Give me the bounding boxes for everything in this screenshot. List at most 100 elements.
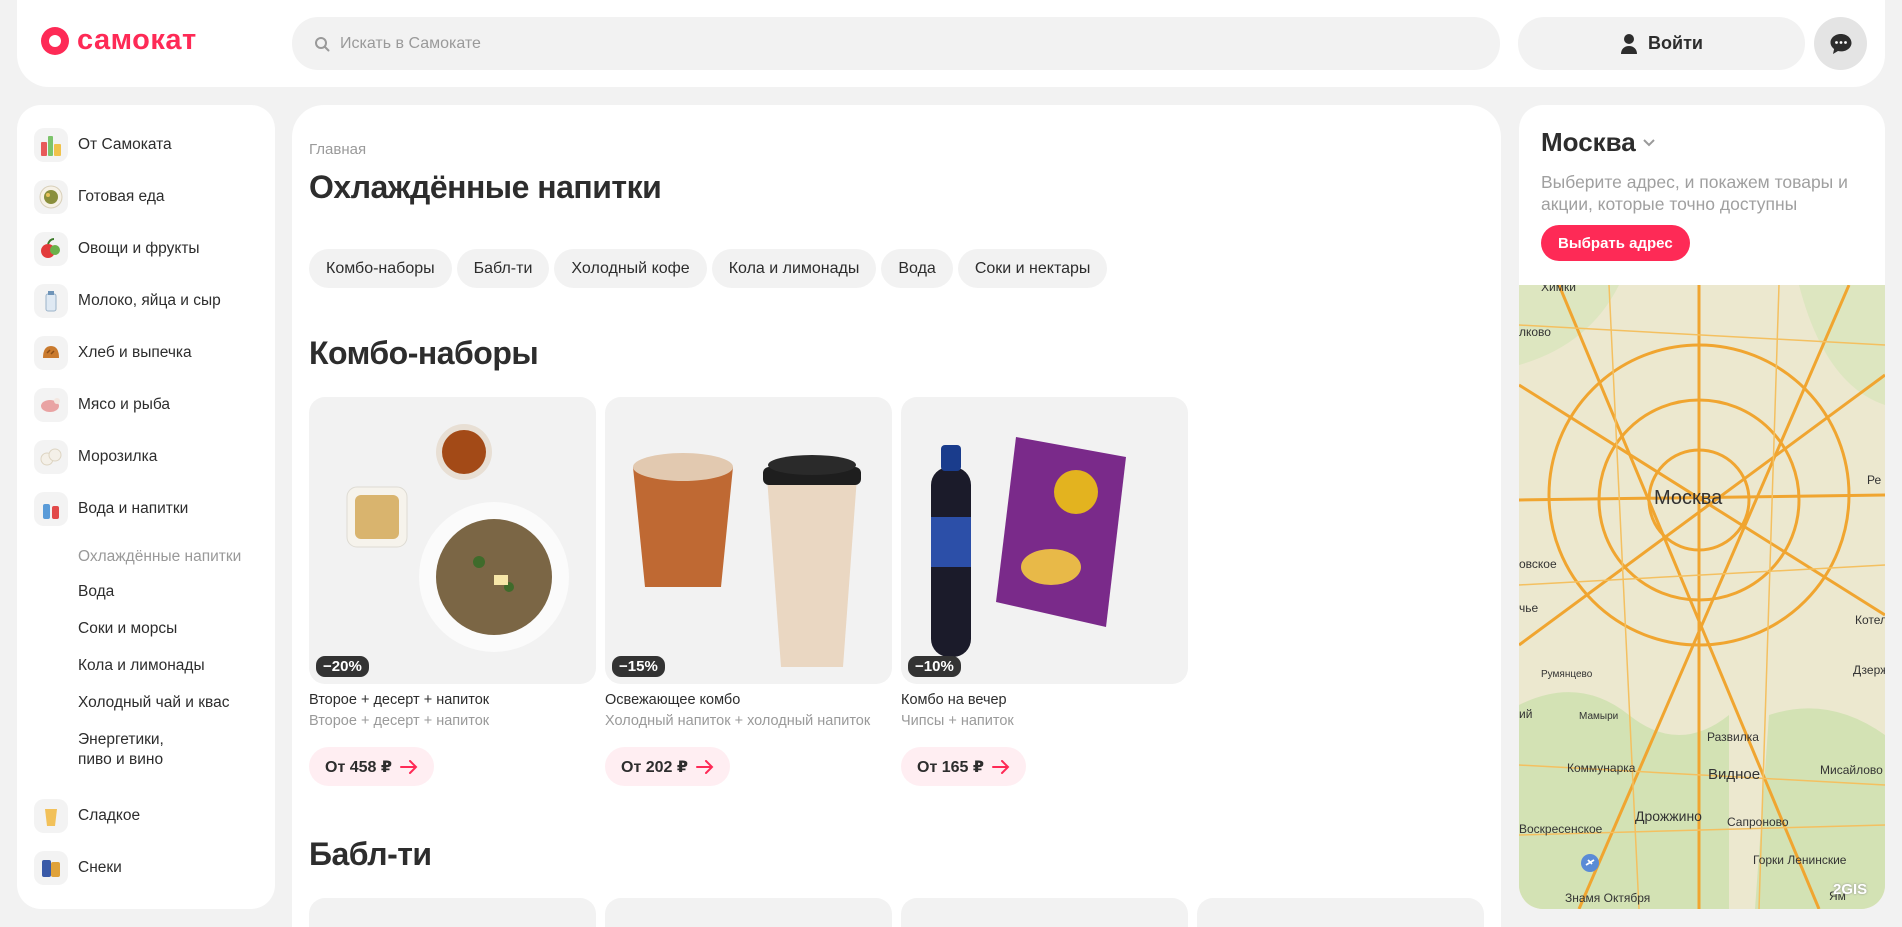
sweets-icon	[34, 799, 68, 833]
product-card[interactable]	[605, 898, 892, 927]
sidebar-item-meat[interactable]: Мясо и рыба	[17, 379, 275, 431]
chevron-down-icon	[1643, 138, 1655, 146]
product-card[interactable]	[1197, 898, 1484, 927]
ready-food-icon	[34, 180, 68, 214]
map-roads	[1519, 285, 1885, 909]
product-name: Второе + десерт + напиток	[309, 692, 490, 708]
city-selector[interactable]: Москва	[1541, 127, 1656, 158]
category-sidebar: От Самоката Готовая еда Овощи и фрукты М…	[17, 105, 275, 909]
map-attribution: 2GIS	[1833, 881, 1868, 898]
map-label: Знамя Октября	[1565, 891, 1651, 905]
product-description: Чипсы + напиток	[901, 713, 1014, 729]
milk-icon	[34, 284, 68, 318]
map-label: чье	[1519, 601, 1539, 615]
price-label: От 458 ₽	[325, 758, 392, 776]
chip-water[interactable]: Вода	[881, 249, 953, 288]
product-name: Комбо на вечер	[901, 692, 1007, 708]
map-label: Ре	[1867, 473, 1882, 487]
sidebar-sub-juices[interactable]: Соки и морсы	[17, 619, 275, 639]
sidebar-item-from-samokat[interactable]: От Самоката	[17, 119, 275, 171]
chip-cold-coffee[interactable]: Холодный кофе	[554, 249, 707, 288]
breadcrumb[interactable]: Главная	[309, 141, 366, 158]
sidebar-sub-water[interactable]: Вода	[17, 582, 275, 602]
chip-bubble-tea[interactable]: Бабл-ти	[456, 249, 550, 288]
chip-juices[interactable]: Соки и нектары	[957, 249, 1108, 288]
map-label: Дзерж	[1853, 663, 1885, 677]
address-hint: Выберите адрес, и покажем товары и акции…	[1541, 172, 1848, 214]
sidebar-item-label: Готовая еда	[78, 188, 165, 205]
choose-address-button[interactable]: Выбрать адрес	[1541, 225, 1690, 261]
product-card[interactable]: −10% Комбо на вечер Чипсы + напиток От 1…	[901, 397, 1188, 786]
map-label: Коммунарка	[1567, 761, 1636, 775]
logo-mark-icon	[41, 26, 69, 55]
meat-icon	[34, 388, 68, 422]
sidebar-item-milk[interactable]: Молоко, яйца и сыр	[17, 275, 275, 327]
product-image: −10%	[901, 397, 1188, 684]
map-label: Мамыри	[1579, 711, 1619, 722]
product-description: Второе + десерт + напиток	[309, 713, 490, 729]
map-label: Румянцево	[1541, 669, 1593, 680]
sidebar-sub-energy[interactable]: Энергетики, пиво и вино	[17, 730, 197, 770]
price-label: От 165 ₽	[917, 758, 984, 776]
map-label: Дрожжино	[1635, 808, 1702, 824]
sidebar-item-label: Хлеб и выпечка	[78, 344, 192, 361]
sidebar-item-snacks[interactable]: Снеки	[17, 842, 275, 894]
search-bar[interactable]	[292, 17, 1500, 70]
sidebar-sub-cola[interactable]: Кола и лимонады	[17, 656, 275, 676]
discount-badge: −20%	[316, 656, 369, 677]
price-button[interactable]: От 202 ₽	[605, 747, 730, 786]
sidebar-item-ready-food[interactable]: Готовая еда	[17, 171, 275, 223]
sidebar-item-vegetables[interactable]: Овощи и фрукты	[17, 223, 275, 275]
sidebar-item-label: Овощи и фрукты	[78, 240, 200, 257]
product-card[interactable]	[309, 898, 596, 927]
samokat-products-icon	[34, 128, 68, 162]
sidebar-item-label: От Самоката	[78, 136, 172, 153]
map-label: лково	[1519, 325, 1551, 339]
search-input[interactable]	[340, 34, 1440, 53]
price-label: От 202 ₽	[621, 758, 688, 776]
discount-badge: −15%	[612, 656, 665, 677]
product-name: Освежающее комбо	[605, 692, 741, 708]
product-description: Холодный напиток + холодный напиток	[605, 713, 871, 729]
map-label: Развилка	[1707, 730, 1759, 744]
map-city-label: Москва	[1654, 487, 1723, 509]
product-card[interactable]: −15% Освежающее комбо Холодный напиток +…	[605, 397, 892, 786]
sidebar-item-label: Мясо и рыба	[78, 396, 171, 413]
product-card[interactable]	[901, 898, 1188, 927]
search-icon	[315, 36, 330, 51]
sidebar-item-frozen[interactable]: Морозилка	[17, 431, 275, 483]
price-button[interactable]: От 165 ₽	[901, 747, 1026, 786]
discount-badge: −10%	[908, 656, 961, 677]
logo-text: самокат	[77, 24, 197, 56]
bread-icon	[34, 336, 68, 370]
map-label: ий	[1519, 707, 1533, 721]
arrow-right-icon	[400, 759, 418, 774]
chip-combo[interactable]: Комбо-наборы	[309, 249, 452, 288]
sidebar-item-label: Сладкое	[78, 807, 141, 824]
map-label: Химки	[1541, 285, 1576, 294]
product-card[interactable]: −20% Второе + десерт + напиток Второе + …	[309, 397, 596, 786]
sidebar-item-sweets[interactable]: Сладкое	[17, 790, 275, 842]
samokat-logo[interactable]: самокат	[41, 24, 197, 57]
chip-cola[interactable]: Кола и лимонады	[711, 249, 877, 288]
product-row: −20% Второе + десерт + напиток Второе + …	[309, 397, 1188, 786]
city-name: Москва	[1541, 127, 1636, 157]
map-label: Горки Ленинские	[1753, 853, 1847, 867]
delivery-map[interactable]: Москва Химки лково овское чье Румянцево …	[1519, 285, 1885, 909]
snacks-icon	[34, 851, 68, 885]
map-label: Сапроново	[1727, 815, 1789, 829]
frozen-icon	[34, 440, 68, 474]
sidebar-sub-cold-tea[interactable]: Холодный чай и квас	[17, 693, 275, 713]
header: самокат Войти	[17, 0, 1885, 87]
sidebar-sub-chilled-drinks[interactable]: Охлаждённые напитки	[17, 535, 275, 565]
vegetables-icon	[34, 232, 68, 266]
arrow-right-icon	[696, 759, 714, 774]
sidebar-item-drinks[interactable]: Вода и напитки	[17, 483, 275, 535]
sidebar-item-bread[interactable]: Хлеб и выпечка	[17, 327, 275, 379]
product-image: −15%	[605, 397, 892, 684]
page-title: Охлаждённые напитки	[309, 169, 662, 205]
login-button[interactable]: Войти	[1518, 17, 1805, 70]
price-button[interactable]: От 458 ₽	[309, 747, 434, 786]
chat-button[interactable]	[1814, 17, 1867, 70]
chat-icon	[1830, 33, 1851, 54]
